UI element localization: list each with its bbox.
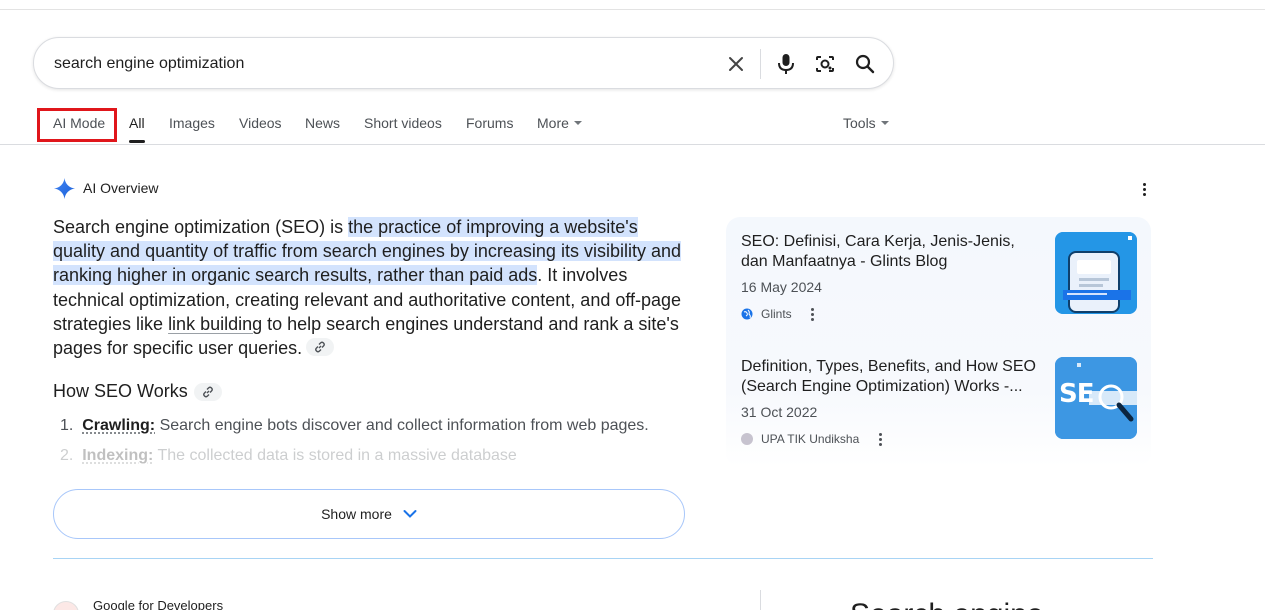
- search-icon[interactable]: [853, 52, 877, 76]
- tab-short-videos[interactable]: Short videos: [364, 115, 442, 131]
- site-favicon-icon: [53, 601, 79, 610]
- tab-all[interactable]: All: [129, 115, 145, 131]
- source-site: UPA TIK Undiksha: [741, 432, 887, 446]
- source-date: 31 Oct 2022: [741, 404, 818, 420]
- sources-panel: SEO: Definisi, Cara Kerja, Jenis-Jenis, …: [726, 217, 1151, 467]
- ai-overview-title: AI Overview: [83, 180, 159, 196]
- source-card[interactable]: SEO: Definisi, Cara Kerja, Jenis-Jenis, …: [726, 217, 1151, 337]
- source-thumbnail[interactable]: [1055, 232, 1137, 314]
- tools-button[interactable]: Tools: [843, 115, 889, 131]
- microphone-icon[interactable]: [774, 52, 798, 76]
- search-box-divider: [760, 49, 761, 79]
- step-text: Search engine bots discover and collect …: [155, 417, 649, 434]
- source-site-name: UPA TIK Undiksha: [761, 432, 860, 446]
- knowledge-panel-title: Search engine: [850, 598, 1043, 610]
- ai-overview-text: Search engine optimization (SEO) is the …: [53, 215, 693, 360]
- thumbnail-text: SE: [1059, 379, 1094, 409]
- globe-icon: [741, 308, 753, 320]
- clear-icon[interactable]: [724, 52, 748, 76]
- ai-overview-header: AI Overview: [53, 176, 158, 200]
- link-icon: [315, 341, 326, 353]
- search-input[interactable]: [54, 52, 694, 76]
- chevron-down-icon: [880, 121, 889, 126]
- tab-forums[interactable]: Forums: [466, 115, 513, 131]
- gemini-sparkle-icon: [53, 177, 76, 199]
- search-tabs: AI Mode All Images Videos News Short vid…: [0, 108, 1265, 145]
- source-title[interactable]: SEO: Definisi, Cara Kerja, Jenis-Jenis, …: [741, 232, 1041, 272]
- source-menu-icon[interactable]: [806, 307, 820, 321]
- how-seo-works-heading: How SEO Works: [53, 381, 222, 402]
- tab-more-label: More: [537, 115, 569, 131]
- site-favicon-icon: [741, 433, 753, 445]
- tab-all-underline: [129, 140, 145, 143]
- result-site-name[interactable]: Google for Developers: [93, 598, 223, 610]
- step-number: 2.: [60, 447, 74, 464]
- show-more-button[interactable]: Show more: [53, 489, 685, 539]
- chevron-down-icon: [573, 121, 582, 126]
- lens-camera-icon[interactable]: [813, 52, 837, 76]
- show-more-label: Show more: [321, 506, 392, 522]
- source-link-chip[interactable]: [306, 338, 335, 357]
- source-date: 16 May 2024: [741, 279, 822, 295]
- source-thumbnail[interactable]: SE: [1055, 357, 1137, 439]
- source-site: Glints: [741, 307, 820, 321]
- source-menu-icon[interactable]: [873, 432, 887, 446]
- tabs-divider: [0, 144, 1265, 145]
- ai-overview-menu-icon[interactable]: [1137, 180, 1151, 198]
- step-text: The collected data is stored in a massiv…: [153, 447, 517, 464]
- intro-text-start: Search engine optimization (SEO) is: [53, 217, 349, 237]
- source-site-name: Glints: [761, 307, 792, 321]
- tab-more[interactable]: More: [537, 115, 582, 131]
- step-term[interactable]: Indexing:: [82, 447, 153, 464]
- top-divider: [0, 9, 1265, 10]
- tab-images[interactable]: Images: [169, 115, 215, 131]
- source-title[interactable]: Definition, Types, Benefits, and How SEO…: [741, 357, 1041, 397]
- tab-news[interactable]: News: [305, 115, 340, 131]
- chevron-down-icon: [403, 510, 417, 518]
- list-item: 1. Crawling: Search engine bots discover…: [60, 417, 649, 435]
- section-heading-text: How SEO Works: [53, 381, 188, 401]
- link-icon: [202, 386, 213, 397]
- heading-link-chip[interactable]: [193, 382, 222, 401]
- link-building-link[interactable]: link building: [168, 314, 262, 334]
- search-box[interactable]: [33, 37, 894, 89]
- tab-videos[interactable]: Videos: [239, 115, 282, 131]
- list-item: 2. Indexing: The collected data is store…: [60, 447, 517, 465]
- column-divider: [760, 590, 761, 610]
- tab-ai-mode[interactable]: AI Mode: [53, 115, 105, 131]
- source-card[interactable]: Definition, Types, Benefits, and How SEO…: [726, 342, 1151, 462]
- section-separator: [53, 558, 1153, 559]
- step-number: 1.: [60, 417, 74, 434]
- tools-label: Tools: [843, 115, 876, 131]
- step-term[interactable]: Crawling:: [82, 417, 155, 434]
